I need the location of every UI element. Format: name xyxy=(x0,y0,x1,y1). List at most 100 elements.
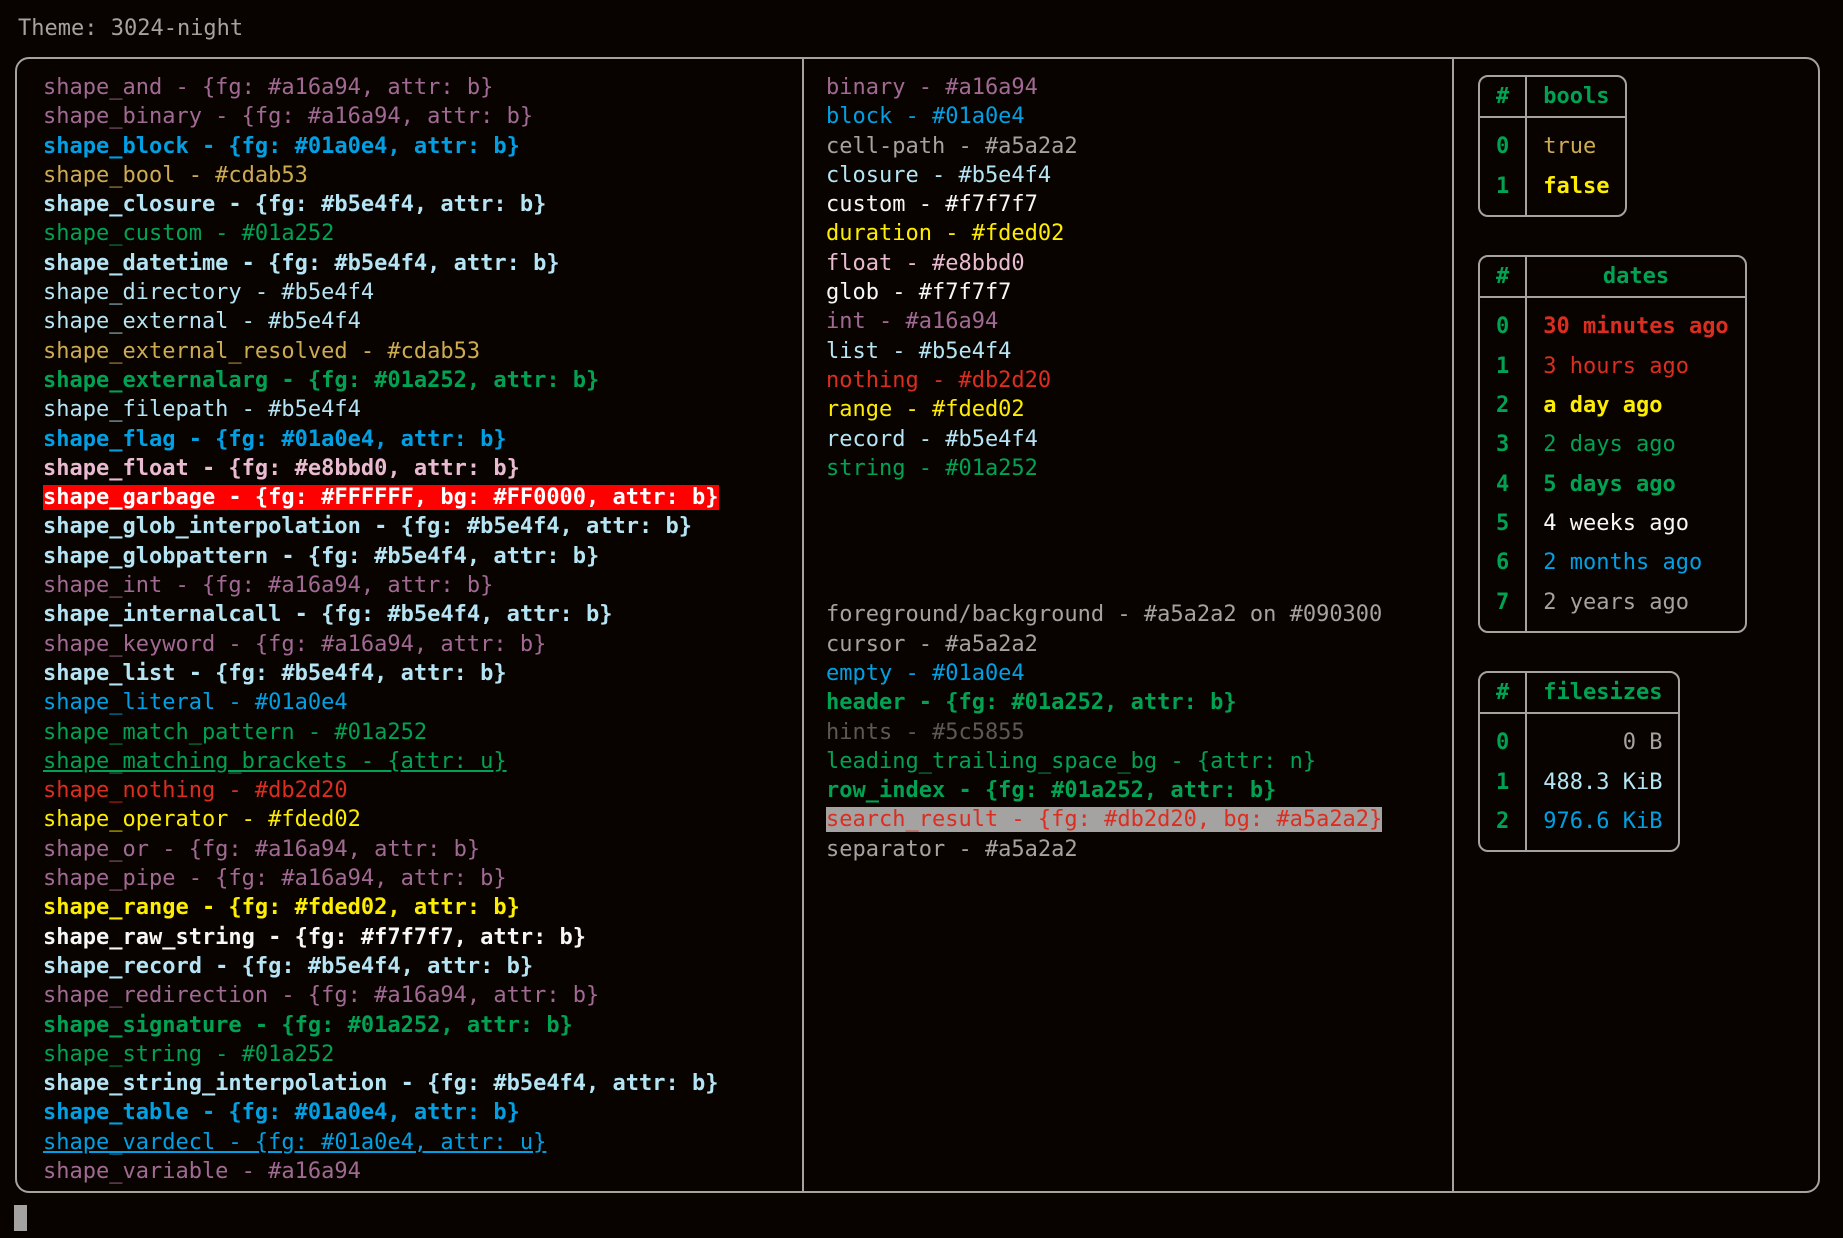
table-row: 2 976.6 KiB xyxy=(1480,802,1678,851)
cell-index: 3 xyxy=(1480,425,1528,465)
shapes-column: shape_and - {fg: #a16a94, attr: b} shape_… xyxy=(17,59,802,1191)
shape-entry: shape_table - {fg: #01a0e4, attr: b} xyxy=(43,1100,520,1126)
cell-index: 1 xyxy=(1480,346,1528,387)
table-holder: # dates 0 30 minutes ago 1 3 hours ago 2 a day … xyxy=(1478,255,1818,671)
type-entry: float - #e8bbd0 xyxy=(826,250,1025,276)
ui-entry: hints - #5c5855 xyxy=(826,719,1025,745)
shape-entry: shape_binary - {fg: #a16a94, attr: b} xyxy=(43,104,534,130)
shape-entry: shape_signature - {fg: #01a252, attr: b} xyxy=(43,1012,573,1038)
shape-entry: shape_garbage - {fg: #FFFFFF, bg: #FF000… xyxy=(17,483,802,512)
shape-entry: shape_float - {fg: #e8bbd0, attr: b} xyxy=(43,455,520,481)
type-entry: glob - #f7f7f7 xyxy=(826,280,1012,306)
cell-value: 5 days ago xyxy=(1543,471,1676,497)
table-filesizes: # filesizes 0 0 B 1 488.3 KiB 2 976.6 KiB xyxy=(1478,671,1681,853)
cell-value: true xyxy=(1543,134,1597,160)
shape-entry: shape_string - #01a252 xyxy=(43,1041,335,1067)
shape-entry: shape_bool - #cdab53 xyxy=(43,162,308,188)
cell-index: 1 xyxy=(1480,762,1528,803)
shape-entry: shape_directory - #b5e4f4 xyxy=(43,280,375,306)
type-entry: list - #b5e4f4 xyxy=(826,338,1012,364)
shape-entry: shape_flag - {fg: #01a0e4, attr: b} xyxy=(43,426,507,452)
table-row: 1 488.3 KiB xyxy=(1480,762,1678,803)
shape-entry: shape_glob_interpolation - {fg: #b5e4f4,… xyxy=(43,514,693,540)
cell-value: 4 weeks ago xyxy=(1543,510,1689,536)
cell-value: a day ago xyxy=(1543,393,1663,419)
column-header-value: filesizes xyxy=(1526,673,1679,715)
shape-entry: shape_externalarg - {fg: #01a252, attr: … xyxy=(43,367,600,393)
ui-entry: row_index - {fg: #01a252, attr: b} xyxy=(826,778,1277,804)
type-entry: range - #fded02 xyxy=(826,397,1025,423)
ui-entry: empty - #01a0e4 xyxy=(826,660,1025,686)
table-row: 1 false xyxy=(1480,166,1625,215)
table-row: 3 2 days ago xyxy=(1480,425,1745,465)
cell-index: 0 xyxy=(1480,297,1528,347)
shape-entry: shape_int - {fg: #a16a94, attr: b} xyxy=(43,573,494,599)
shape-entry: shape_custom - #01a252 xyxy=(43,221,335,247)
shape-entry: shape_datetime - {fg: #b5e4f4, attr: b} xyxy=(43,250,560,276)
shape-entry: shape_block - {fg: #01a0e4, attr: b} xyxy=(43,133,520,159)
ui-entry: header - {fg: #01a252, attr: b} xyxy=(826,690,1237,716)
cell-index: 5 xyxy=(1480,503,1528,544)
ui-entry-highlight: search_result - {fg: #db2d20, bg: #a5a2a… xyxy=(826,807,1383,833)
cell-value: 2 months ago xyxy=(1543,550,1703,576)
tables-wrapper: # bools 0 true 1 false # dates 0 30 minutes ago 1 3… xyxy=(1454,73,1818,891)
cell-index: 1 xyxy=(1480,166,1528,215)
table-row: 0 true xyxy=(1480,117,1625,167)
shape-entry: shape_keyword - {fg: #a16a94, attr: b} xyxy=(43,631,547,657)
cell-value: false xyxy=(1543,173,1610,199)
cell-index: 2 xyxy=(1480,386,1528,426)
table-row: 6 2 months ago xyxy=(1480,543,1745,583)
table-holder: # filesizes 0 0 B 1 488.3 KiB 2 976.6 KiB xyxy=(1478,671,1818,890)
shape-entry: shape_closure - {fg: #b5e4f4, attr: b} xyxy=(43,192,547,218)
cell-index: 6 xyxy=(1480,543,1528,583)
table-header-row: # filesizes xyxy=(1480,673,1679,715)
table-dates: # dates 0 30 minutes ago 1 3 hours ago 2 a day … xyxy=(1478,255,1747,633)
shape-entry: shape_record - {fg: #b5e4f4, attr: b} xyxy=(43,953,534,979)
column-header-index: # xyxy=(1480,673,1528,715)
shape-entry: shape_operator - #fded02 xyxy=(43,807,361,833)
type-entry: nothing - #db2d20 xyxy=(826,367,1052,393)
table-holder: # bools 0 true 1 false xyxy=(1478,75,1818,255)
cell-index: 2 xyxy=(1480,802,1528,851)
type-entry: block - #01a0e4 xyxy=(826,104,1025,130)
table-header-row: # dates xyxy=(1480,257,1745,299)
ui-entry: foreground/background - #a5a2a2 on #0903… xyxy=(826,602,1383,628)
type-entry: record - #b5e4f4 xyxy=(826,426,1038,452)
table-row: 0 0 B xyxy=(1480,713,1678,763)
cell-value: 0 B xyxy=(1622,730,1663,756)
cell-index: 4 xyxy=(1480,464,1528,504)
shape-entry: shape_external - #b5e4f4 xyxy=(43,309,361,335)
cell-value: 3 hours ago xyxy=(1543,353,1689,379)
cell-value: 976.6 KiB xyxy=(1543,809,1663,835)
shape-entry: shape_list - {fg: #b5e4f4, attr: b} xyxy=(43,660,507,686)
type-entry: int - #a16a94 xyxy=(826,309,999,335)
shape-entry: shape_raw_string - {fg: #f7f7f7, attr: b… xyxy=(43,924,587,950)
cell-index: 0 xyxy=(1480,713,1528,763)
shape-entry: shape_vardecl - {fg: #01a0e4, attr: u} xyxy=(43,1129,547,1155)
shape-entry: shape_matching_brackets - {attr: u} xyxy=(43,748,507,774)
type-entry: custom - #f7f7f7 xyxy=(826,192,1038,218)
shape-entry: shape_or - {fg: #a16a94, attr: b} xyxy=(43,836,481,862)
cell-value: 2 days ago xyxy=(1543,432,1676,458)
shape-entry: shape_string_interpolation - {fg: #b5e4f… xyxy=(43,1071,719,1097)
shape-entry: shape_redirection - {fg: #a16a94, attr: … xyxy=(43,983,600,1009)
shape-entry-highlight: shape_garbage - {fg: #FFFFFF, bg: #FF000… xyxy=(43,485,719,511)
type-entry: binary - #a16a94 xyxy=(826,75,1038,100)
theme-preview-frame: shape_and - {fg: #a16a94, attr: b} shape_… xyxy=(15,57,1820,1193)
shape-entry: shape_range - {fg: #fded02, attr: b} xyxy=(43,895,520,921)
shape-entry: shape_globpattern - {fg: #b5e4f4, attr: … xyxy=(43,543,600,569)
type-entry: closure - #b5e4f4 xyxy=(826,162,1052,188)
table-bools: # bools 0 true 1 false xyxy=(1478,75,1628,217)
cell-value: 2 years ago xyxy=(1543,589,1689,615)
shape-entry: shape_literal - #01a0e4 xyxy=(43,690,348,716)
table-row: 5 4 weeks ago xyxy=(1480,503,1745,544)
column-header-value: bools xyxy=(1526,77,1626,119)
shape-entry: shape_external_resolved - #cdab53 xyxy=(43,338,481,364)
table-row: 7 2 years ago xyxy=(1480,582,1745,631)
shape-entry: shape_pipe - {fg: #a16a94, attr: b} xyxy=(43,866,507,892)
shape-entry: shape_internalcall - {fg: #b5e4f4, attr:… xyxy=(43,602,613,628)
